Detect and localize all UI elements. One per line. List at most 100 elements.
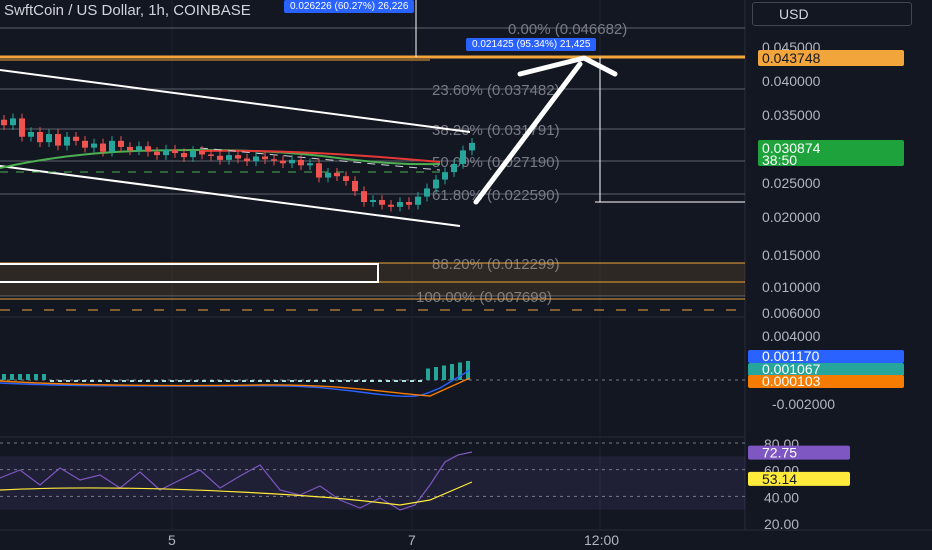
candle-body [253,156,259,162]
candle-body [82,140,88,148]
y-tick-label: 0.006000 [762,305,821,321]
fib-band [0,263,745,296]
x-tick-label: 12:00 [584,532,619,548]
candle-body [217,155,223,160]
macd-bar [106,380,110,382]
macd-bar [426,368,430,380]
candle-body [379,200,385,205]
rsi-label-text: 72.75 [762,445,797,461]
macd-bar [354,380,358,382]
macd-bar [370,380,374,382]
candle-body [46,134,52,143]
candle-body [136,146,142,151]
currency-selector[interactable]: USD [752,2,912,26]
macd-bar [162,380,166,382]
candle-body [19,118,25,137]
macd-bar [378,380,382,382]
candle-body [415,196,421,205]
candle-body [316,163,322,178]
chart-canvas: 0.0450000.0400000.0350000.0300000.025000… [0,0,932,548]
candle-body [406,202,412,205]
macd-bar [306,380,310,382]
macd-tick-label: -0.002000 [772,396,835,412]
macd-bar [314,380,318,382]
candle-body [424,188,430,197]
y-tick-label: 0.015000 [762,247,821,263]
candle-body [433,179,439,189]
macd-bar [234,380,238,382]
macd-bar [50,380,54,382]
macd-bar [322,380,326,382]
macd-bar [26,374,30,380]
macd-bar [130,380,134,382]
macd-bar [74,380,78,382]
y-tick-label: 0.025000 [762,175,821,191]
candle-body [442,172,448,180]
candle-body [298,159,304,166]
candle-body [28,132,34,137]
price-label-text: 38:50 [762,152,797,168]
macd-tick-label: 0.004000 [762,328,821,344]
candle-body [154,151,160,156]
candle-body [181,153,187,158]
candle-body [10,118,16,126]
target-measure-badge: 0.021425 (95.34%) 21,425 [466,38,597,51]
y-tick-label: 0.040000 [762,73,821,89]
candle-body [109,140,115,152]
candle-body [262,156,268,160]
candle-body [361,191,367,203]
macd-bar [114,380,118,382]
arrow-head [517,55,618,77]
macd-bar [82,380,86,382]
macd-bar [18,374,22,380]
channel-upper [0,69,471,133]
macd-bar [202,380,206,382]
macd-bar [362,380,366,382]
macd-bar [386,380,390,382]
candle-body [127,146,133,151]
candle-body [37,132,43,143]
y-tick-label: 0.010000 [762,279,821,295]
macd-bar [186,380,190,382]
candle-body [307,163,313,166]
macd-bar [282,380,286,382]
candle-body [271,159,277,161]
chart-title: SwftCoin / US Dollar, 1h, COINBASE [4,2,251,19]
candle-body [163,149,169,156]
macd-bar [122,380,126,382]
macd-bar [338,380,342,382]
candle-body [172,149,178,154]
macd-bar [450,364,454,380]
macd-bar [410,380,414,382]
macd-bar [394,380,398,382]
top-measure-badge: 0.026226 (60.27%) 26,226 [284,0,415,13]
macd-bar [402,380,406,382]
macd-bar [298,380,302,382]
macd-bar [194,380,198,382]
macd-bar [66,380,70,382]
candle-body [388,204,394,207]
candle-body [289,159,295,164]
macd-bar [442,365,446,380]
macd-bar [42,374,46,380]
candle-body [100,143,106,152]
channel-lower [0,165,461,227]
candle-body [244,158,250,162]
candle-body [190,151,196,158]
candle-body [226,155,232,160]
y-tick-label: 0.035000 [762,107,821,123]
x-tick-label: 7 [408,532,416,548]
candle-body [208,154,214,156]
macd-bar [146,380,150,382]
candle-body [469,142,475,151]
candle-body [325,172,331,178]
candle-body [64,136,70,146]
macd-bar [2,374,6,380]
candle-body [55,134,61,146]
y-tick-label: 0.020000 [762,209,821,225]
x-tick-label: 5 [168,532,176,548]
fib-label: 61.80% (0.022590) [432,187,560,204]
macd-bar [170,380,174,382]
macd-bar [90,380,94,382]
candle-body [280,160,286,164]
